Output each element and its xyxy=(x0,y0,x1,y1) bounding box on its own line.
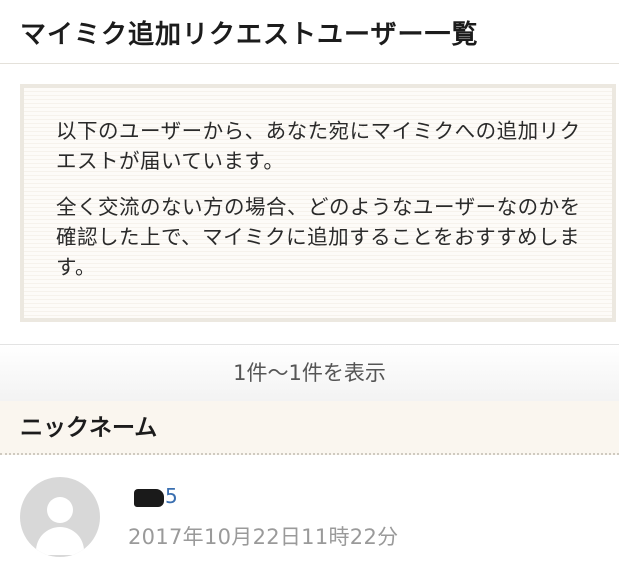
avatar-body-shape xyxy=(36,527,84,555)
request-date: 2017年10月22日11時22分 xyxy=(128,525,399,549)
page-header: マイミク追加リクエストユーザー一覧 xyxy=(0,0,619,64)
request-user-row[interactable]: 5 2017年10月22日11時22分 xyxy=(0,470,619,570)
default-user-icon[interactable] xyxy=(20,477,100,557)
nickname-column-label: ニックネーム xyxy=(20,415,158,441)
redaction-mark xyxy=(134,488,164,507)
notice-paragraph-1: 以下のユーザーから、あなた宛にマイミクへの追加リクエストが届いています。 xyxy=(56,119,581,173)
result-count-bar: 1件〜1件を表示 xyxy=(0,344,619,402)
notice-box: 以下のユーザーから、あなた宛にマイミクへの追加リクエストが届いています。 全く交… xyxy=(20,84,616,322)
avatar-head-shape xyxy=(47,497,73,523)
user-nickname-visible: 5 xyxy=(165,484,178,508)
notice-paragraph-2: 全く交流のない方の場合、どのようなユーザーなのかを確認した上で、マイミクに追加す… xyxy=(56,195,581,279)
user-nickname-link[interactable]: 5 xyxy=(134,482,178,510)
page-title: マイミク追加リクエストユーザー一覧 xyxy=(20,20,479,50)
nickname-column-header: ニックネーム xyxy=(0,401,619,455)
result-count-text: 1件〜1件を表示 xyxy=(233,361,386,385)
